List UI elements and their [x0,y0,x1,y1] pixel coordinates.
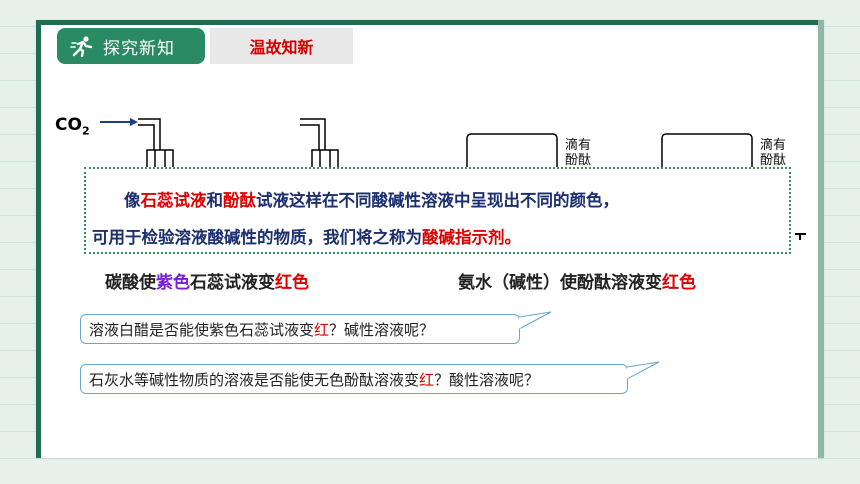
bubble-1-tail [519,311,552,330]
question-bubble-1: 溶液白醋是否能使紫色石蕊试液变红？碱性溶液呢？ [80,314,520,344]
definition-line-1: 像石蕊试液和酚酞试液这样在不同酸碱性溶液中呈现出不同的颜色， [124,191,619,210]
definition-box: 像石蕊试液和酚酞试液这样在不同酸碱性溶液中呈现出不同的颜色， 可用于检验溶液酸碱… [84,167,791,254]
caption-left: 碳酸使紫色石蕊试液变红色 [105,273,309,293]
delivery-tube-middle [300,118,339,171]
question-bubble-2: 石灰水等碱性物质的溶液是否能使无色酚酞溶液变红？酸性溶液呢？ [80,364,628,394]
delivery-tube-left [138,118,174,171]
caption-right: 氨水（碱性）使酚酞溶液变红色 [458,273,696,293]
beaker-label-left: 滴有 酚酞 [565,138,592,168]
co2-arrow [100,118,138,126]
definition-line-2: 可用于检验溶液酸碱性的物质，我们将之称为酸碱指示剂。 [92,228,521,247]
dropper-mark [795,233,806,240]
beaker-label-right: 滴有 酚酞 [760,138,787,168]
bubble-2-tail [627,361,660,380]
